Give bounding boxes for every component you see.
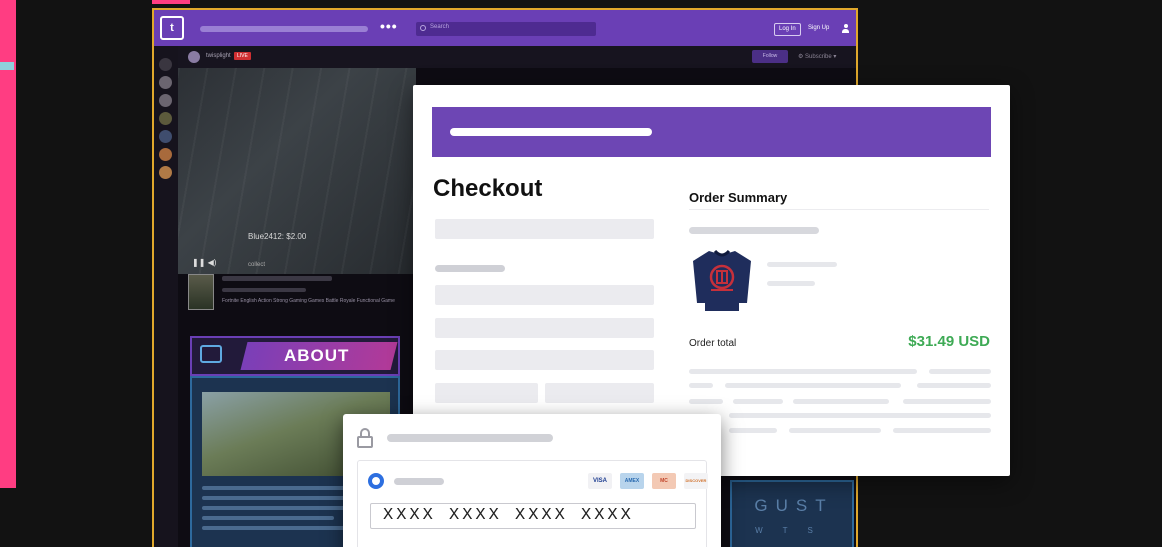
summary-line xyxy=(917,383,991,388)
summary-line xyxy=(689,399,723,404)
about-title: ABOUT xyxy=(284,346,350,365)
amex-logo-icon: AMEX xyxy=(620,473,644,489)
product-detail-bar xyxy=(767,281,815,286)
sponsor-subtitle: WTS xyxy=(755,526,833,535)
summary-line xyxy=(929,369,991,374)
brand-top-accent xyxy=(152,0,190,4)
product-name-bar xyxy=(689,227,819,234)
stream-title-bar xyxy=(222,276,332,281)
discover-logo-icon: DISCOVER xyxy=(684,473,708,489)
brand-accent-tab xyxy=(0,62,14,70)
card-number-input[interactable]: XXXX XXXX XXXX XXXX xyxy=(370,503,696,529)
order-summary-divider xyxy=(689,209,989,210)
checkout-field[interactable] xyxy=(435,350,654,370)
summary-line xyxy=(725,383,901,388)
more-menu-icon[interactable]: ••• xyxy=(380,18,398,34)
channel-name[interactable]: twisplight xyxy=(206,53,231,59)
checkout-title: Checkout xyxy=(433,175,543,202)
summary-line xyxy=(733,399,783,404)
checkout-field[interactable] xyxy=(435,318,654,338)
sponsor-title: GUST xyxy=(754,496,834,515)
payment-card: VISA AMEX MC DISCOVER XXXX XXXX XXXX XXX… xyxy=(343,414,721,547)
twitch-logo-icon[interactable]: t xyxy=(160,16,184,40)
sidebar-channel-avatar[interactable] xyxy=(159,148,172,161)
summary-line xyxy=(689,383,713,388)
channel-header: twisplight LIVE Follow ⚙ Subscribe ▾ xyxy=(178,46,856,68)
summary-line xyxy=(689,369,917,374)
field-label-bar xyxy=(435,265,505,272)
card-payment-option: VISA AMEX MC DISCOVER XXXX XXXX XXXX XXX… xyxy=(357,460,708,547)
checkout-field[interactable] xyxy=(435,285,654,305)
order-total-value: $31.49 USD xyxy=(908,333,990,350)
stream-subtitle-bar xyxy=(222,288,306,292)
card-radio-button[interactable] xyxy=(368,473,384,489)
checkout-field[interactable] xyxy=(435,383,538,403)
search-input[interactable]: Search xyxy=(416,22,596,36)
card-option-label-bar xyxy=(394,478,444,485)
collect-label: collect xyxy=(248,262,266,268)
follow-button[interactable]: Follow xyxy=(752,50,788,63)
sidebar-collapse-icon[interactable] xyxy=(159,58,172,71)
signup-button[interactable]: Sign Up xyxy=(808,25,829,31)
sweater-product-image xyxy=(693,249,751,311)
summary-line xyxy=(729,428,777,433)
player-controls[interactable]: ❚❚ ◀) xyxy=(192,258,216,267)
subscribe-button[interactable]: ⚙ Subscribe ▾ xyxy=(798,53,836,60)
video-frame xyxy=(178,68,416,274)
nav-placeholder-bar xyxy=(200,26,368,32)
chat-bubble-icon xyxy=(200,345,222,363)
summary-line xyxy=(903,399,991,404)
donation-alert: Blue2412: $2.00 xyxy=(248,232,307,241)
user-icon[interactable] xyxy=(842,24,849,33)
summary-line xyxy=(793,399,889,404)
game-box-art[interactable] xyxy=(188,274,214,310)
checkout-field[interactable] xyxy=(545,383,654,403)
mastercard-logo-icon: MC xyxy=(652,473,676,489)
live-badge: LIVE xyxy=(234,52,251,60)
twitch-top-nav: t ••• Search Log In Sign Up xyxy=(154,10,856,46)
product-detail-bar xyxy=(767,262,837,267)
about-panel-header: ABOUT xyxy=(190,336,400,376)
followed-sidebar xyxy=(154,46,178,547)
visa-logo-icon: VISA xyxy=(588,473,612,489)
summary-line xyxy=(893,428,991,433)
checkout-field[interactable] xyxy=(435,219,654,239)
lock-icon xyxy=(357,428,373,448)
brand-pink-bar xyxy=(0,0,16,488)
stream-tags: Fortnite English Action Strong Gaming Ga… xyxy=(222,298,395,304)
order-summary-title: Order Summary xyxy=(689,190,788,205)
header-placeholder-bar xyxy=(450,128,652,136)
sidebar-channel-avatar[interactable] xyxy=(159,130,172,143)
summary-line xyxy=(789,428,881,433)
search-placeholder: Search xyxy=(430,24,450,30)
summary-line xyxy=(729,413,991,418)
sponsor-panel: GUST WTS xyxy=(730,480,854,547)
channel-avatar[interactable] xyxy=(188,51,200,63)
video-player[interactable]: Blue2412: $2.00 ❚❚ ◀) collect xyxy=(178,68,416,274)
login-button[interactable]: Log In xyxy=(774,23,801,36)
sidebar-channel-avatar[interactable] xyxy=(159,166,172,179)
payment-header-bar xyxy=(387,434,553,442)
order-total-label: Order total xyxy=(689,338,737,349)
sidebar-channel-avatar[interactable] xyxy=(159,112,172,125)
checkout-header-band xyxy=(432,107,991,157)
sidebar-channel-avatar[interactable] xyxy=(159,76,172,89)
sidebar-channel-avatar[interactable] xyxy=(159,94,172,107)
search-icon xyxy=(420,25,426,31)
